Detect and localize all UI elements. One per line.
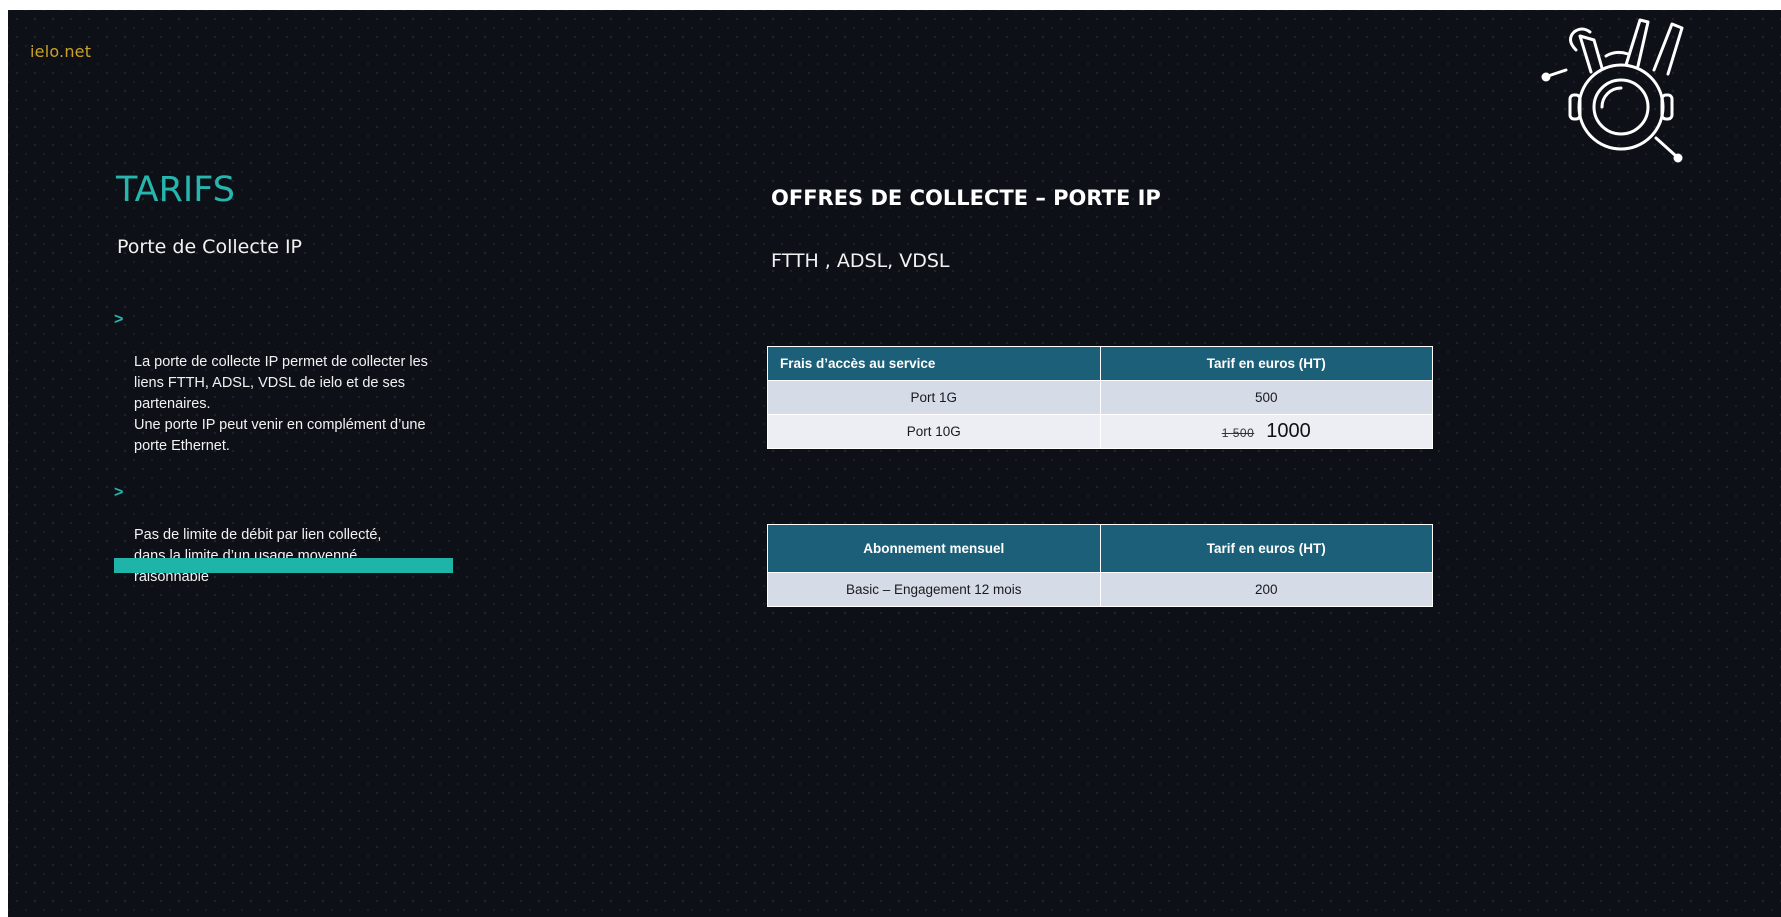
bullet-item: > La porte de collecte IP permet de coll… [112,310,532,457]
technologies-line: FTTH , ADSL, VDSL [771,250,950,272]
table-header-cell: Abonnement mensuel [767,524,1101,573]
page-title: TARIFS [116,170,235,210]
table-cell-label: Port 1G [767,380,1101,415]
table-cell-label: Basic – Engagement 12 mois [767,572,1101,607]
table-cell-price: 500 [1099,380,1433,415]
astronaut-icon [1541,18,1684,163]
brand-logo: ielo.net [30,42,92,61]
table-header-row: Frais d’accès au service Tarif en euros … [767,346,1433,381]
table-header-cell: Tarif en euros (HT) [1099,346,1433,381]
table-row: Port 1G 500 [767,380,1433,415]
chevron-right-icon: > [114,311,124,328]
bullet-text: Pas de limite de débit par lien collecté… [134,527,382,585]
accent-bar [114,558,453,573]
slide: ielo.net TARIFS Porte de Collecte IP > L… [8,10,1781,917]
table-header-cell: Tarif en euros (HT) [1099,524,1433,573]
page-subtitle: Porte de Collecte IP [117,236,303,258]
table-cell-price-group: 1 500 1000 [1099,414,1433,449]
table-cell-label: Port 10G [767,414,1101,449]
chevron-right-icon: > [114,484,124,501]
old-price: 1 500 [1221,426,1255,440]
subscription-table: Abonnement mensuel Tarif en euros (HT) B… [767,524,1433,607]
bullet-text: La porte de collecte IP permet de collec… [134,354,428,454]
section-heading: OFFRES DE COLLECTE – PORTE IP [771,186,1161,210]
table-header-row: Abonnement mensuel Tarif en euros (HT) [767,524,1433,573]
table-cell-price: 200 [1099,572,1433,607]
table-row: Port 10G 1 500 1000 [767,414,1433,449]
table-row: Basic – Engagement 12 mois 200 [767,572,1433,607]
new-price: 1000 [1266,420,1311,442]
table-header-cell: Frais d’accès au service [767,346,1101,381]
access-fees-table: Frais d’accès au service Tarif en euros … [767,346,1433,449]
